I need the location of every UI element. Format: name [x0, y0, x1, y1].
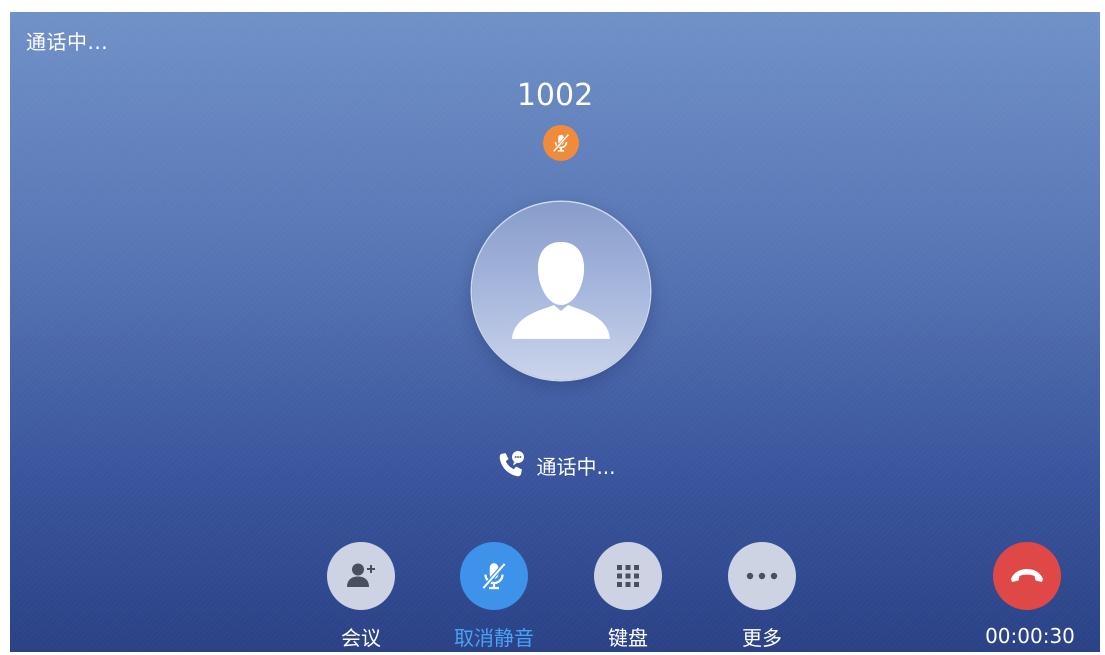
person-avatar-icon [512, 242, 610, 339]
hangup-button[interactable] [993, 542, 1061, 610]
unmute-label: 取消静音 [454, 626, 534, 650]
call-state-text: 通话中... [536, 454, 616, 479]
call-timer: 00:00:30 [985, 624, 1075, 648]
keypad-control: 键盘 [568, 542, 688, 651]
hang-up-icon [1011, 569, 1043, 582]
mic-off-icon [543, 125, 579, 161]
conference-button[interactable] [327, 542, 395, 610]
keypad-icon [617, 565, 639, 587]
more-control: 更多 [702, 542, 822, 651]
call-screen: 通话中... 1002 通话中... 会议 取消静音 键盘 更多 00:00:3… [10, 12, 1100, 652]
more-button[interactable] [728, 542, 796, 610]
hangup-control [967, 542, 1087, 610]
caller-number: 1002 [516, 78, 594, 113]
call-state: 通话中... [10, 448, 1100, 482]
caller-avatar [472, 202, 650, 380]
unmute-control: 取消静音 [434, 542, 554, 651]
more-label: 更多 [742, 626, 782, 650]
unmute-button[interactable] [460, 542, 528, 610]
keypad-label: 键盘 [608, 626, 648, 650]
phone-talk-icon [494, 448, 528, 482]
status-title: 通话中... [26, 30, 109, 54]
conference-label: 会议 [341, 626, 381, 650]
conference-control: 会议 [301, 542, 421, 651]
more-dots-icon [746, 572, 778, 580]
add-person-icon [347, 563, 375, 587]
keypad-button[interactable] [594, 542, 662, 610]
mic-off-icon [481, 562, 507, 590]
